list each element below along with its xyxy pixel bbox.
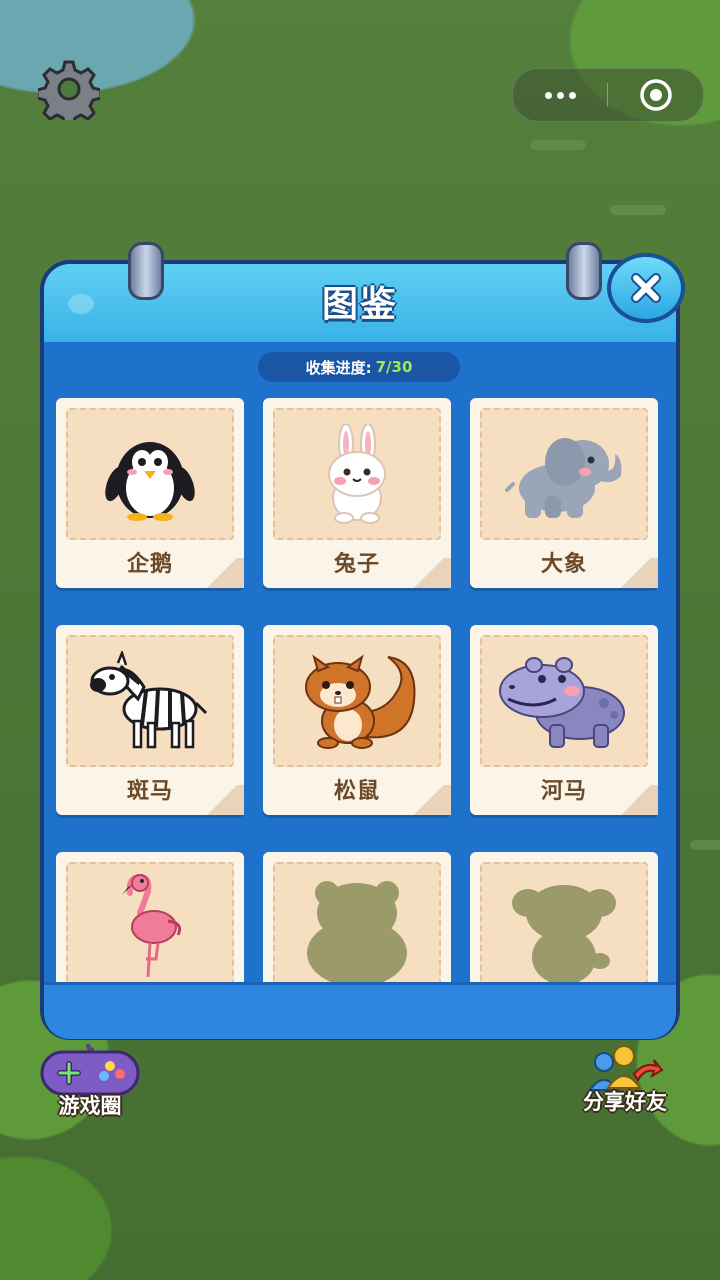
- animal-card-hippo[interactable]: 河马: [470, 625, 658, 815]
- card-image-frame: [480, 862, 648, 982]
- card-image-frame: [273, 862, 441, 982]
- mini-program-capsule: [512, 68, 704, 122]
- close-button[interactable]: [607, 253, 685, 323]
- squirrel-icon: [305, 654, 416, 749]
- collection-progress: 收集进度: 7/30: [258, 352, 460, 382]
- card-image-frame: [273, 635, 441, 767]
- bear-silhouette-icon: [307, 881, 407, 982]
- card-image-frame: [480, 408, 648, 540]
- close-icon: [631, 273, 661, 303]
- animal-card-elephant[interactable]: 大象: [470, 398, 658, 588]
- settings-button[interactable]: [35, 58, 103, 128]
- game-circle-label: 游戏圈: [58, 1094, 122, 1118]
- page-fold: [614, 785, 658, 815]
- penguin-icon: [105, 442, 195, 521]
- flamingo-icon: [122, 873, 182, 978]
- animal-grid: 企鹅 兔子 大象 斑马 松鼠 河马: [44, 392, 676, 982]
- card-image-frame: [480, 635, 648, 767]
- animal-card-rabbit[interactable]: 兔子: [263, 398, 451, 588]
- path-stone: [610, 205, 666, 215]
- page-fold: [614, 558, 658, 588]
- animal-card-squirrel[interactable]: 松鼠: [263, 625, 451, 815]
- binder-ring: [566, 242, 602, 300]
- rabbit-icon: [328, 424, 386, 524]
- more-dots-icon[interactable]: [513, 69, 607, 121]
- gear-icon: [35, 60, 103, 128]
- page-fold: [200, 785, 244, 815]
- animal-card-flamingo[interactable]: [56, 852, 244, 982]
- target-icon[interactable]: [608, 69, 703, 121]
- page-fold: [407, 785, 451, 815]
- path-stone: [530, 140, 586, 150]
- share-friends-label: 分享好友: [583, 1090, 667, 1114]
- progress-value: 7/30: [375, 358, 413, 376]
- elephant-icon: [505, 438, 622, 518]
- hippo-icon: [499, 657, 625, 748]
- animal-card-penguin[interactable]: 企鹅: [56, 398, 244, 588]
- animal-card-locked[interactable]: [470, 852, 658, 982]
- card-image-frame: [66, 635, 234, 767]
- binder-ring: [128, 242, 164, 300]
- share-friends-button[interactable]: 分享好友: [570, 1044, 680, 1120]
- game-circle-button[interactable]: 游戏圈: [36, 1038, 144, 1118]
- panel-footer: [44, 982, 676, 1039]
- card-image-frame: [66, 408, 234, 540]
- progress-label: 收集进度:: [305, 358, 372, 377]
- path-stone: [690, 840, 720, 850]
- card-image-frame: [66, 862, 234, 982]
- animal-card-zebra[interactable]: 斑马: [56, 625, 244, 815]
- page-fold: [200, 558, 244, 588]
- dog-silhouette-icon: [512, 885, 616, 982]
- animal-card-locked[interactable]: [263, 852, 451, 982]
- card-image-frame: [273, 408, 441, 540]
- page-fold: [407, 558, 451, 588]
- zebra-icon: [90, 651, 208, 749]
